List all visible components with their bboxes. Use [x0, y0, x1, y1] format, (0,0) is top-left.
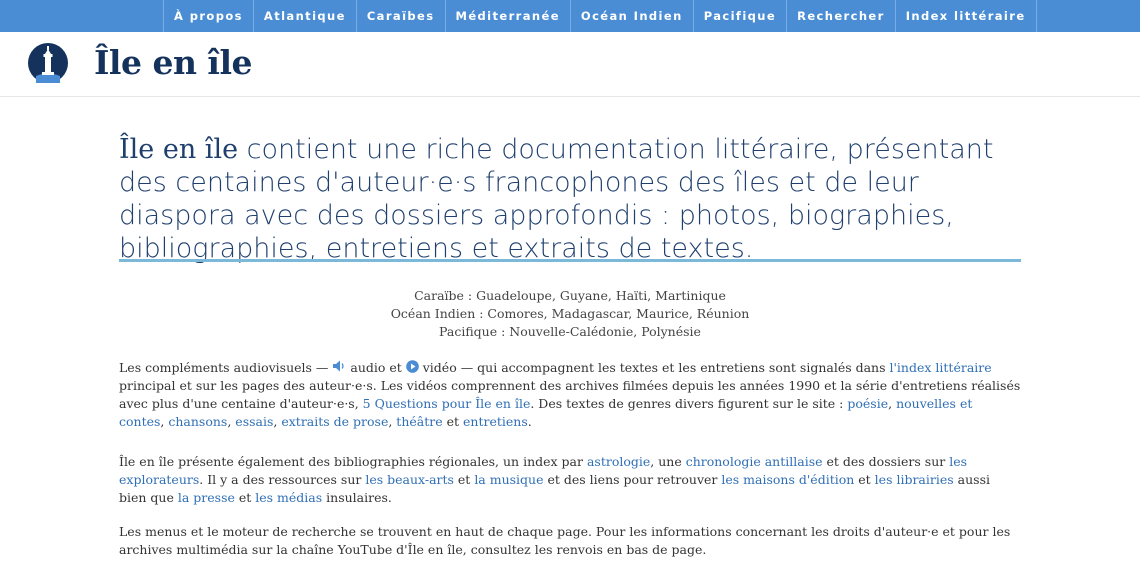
link-theatre[interactable]: théâtre — [396, 414, 442, 429]
site-title[interactable]: Île en île — [94, 43, 253, 82]
region-pacifique: Pacifique : Nouvelle-Calédonie, Polynési… — [439, 324, 701, 339]
nav-item-pacifique[interactable]: Pacifique — [694, 0, 788, 32]
link-musique[interactable]: la musique — [474, 472, 543, 487]
lighthouse-logo-icon[interactable] — [28, 43, 68, 83]
link-entretiens[interactable]: entretiens — [463, 414, 528, 429]
nav-menu: À propos Atlantique Caraïbes Méditerrané… — [163, 0, 1037, 32]
text: et — [234, 490, 256, 505]
text: . Il y a des ressources sur — [199, 472, 366, 487]
nav-item-a-propos[interactable]: À propos — [164, 0, 254, 32]
divider — [119, 259, 1021, 262]
link-essais[interactable]: essais — [235, 414, 273, 429]
text: . Des textes de genres divers figurent s… — [530, 396, 848, 411]
text: et des dossiers sur — [822, 454, 950, 469]
region-caraibe: Caraïbe : Guadeloupe, Guyane, Haïti, Mar… — [414, 288, 726, 303]
nav-item-index-litteraire[interactable]: Index littéraire — [896, 0, 1037, 32]
text: et — [854, 472, 875, 487]
text: , une — [650, 454, 686, 469]
site-header: Île en île — [0, 32, 1140, 97]
lead-brand: Île en île — [119, 134, 239, 165]
link-maisons-edition[interactable]: les maisons d'édition — [721, 472, 854, 487]
text: Les compléments audiovisuels — — [119, 360, 333, 375]
paragraph-resources: Île en île présente également des biblio… — [119, 453, 1021, 507]
link-chronologie[interactable]: chronologie antillaise — [686, 454, 823, 469]
intro-lead: Île en île contient une riche documentat… — [119, 133, 1039, 265]
link-presse[interactable]: la presse — [178, 490, 235, 505]
text: présente également des bibliographies ré… — [174, 454, 587, 469]
text: insulaires. — [322, 490, 392, 505]
audio-speaker-icon — [333, 360, 345, 372]
link-chansons[interactable]: chansons — [168, 414, 227, 429]
text: . — [527, 414, 532, 429]
regions-list: Caraïbe : Guadeloupe, Guyane, Haïti, Mar… — [119, 287, 1021, 341]
link-librairies[interactable]: les librairies — [875, 472, 954, 487]
video-play-icon — [405, 360, 419, 373]
text: audio et — [346, 360, 406, 375]
text: , — [888, 396, 897, 411]
text: et des liens pour retrouver — [543, 472, 722, 487]
text: et — [442, 414, 463, 429]
nav-item-mediterranee[interactable]: Méditerranée — [446, 0, 571, 32]
link-medias[interactable]: les médias — [255, 490, 322, 505]
nav-item-rechercher[interactable]: Rechercher — [787, 0, 896, 32]
brand-name: Île en île — [119, 454, 175, 469]
text: et — [453, 472, 475, 487]
text: , consultez les renvois en bas de page. — [462, 542, 707, 557]
link-5-questions[interactable]: 5 Questions pour Île en île — [363, 396, 531, 411]
link-poesie[interactable]: poésie — [847, 396, 888, 411]
top-navigation: À propos Atlantique Caraïbes Méditerrané… — [0, 0, 1140, 32]
region-ocean-indien: Océan Indien : Comores, Madagascar, Maur… — [390, 306, 750, 321]
link-beaux-arts[interactable]: les beaux-arts — [365, 472, 454, 487]
paragraph-menus: Les menus et le moteur de recherche se t… — [119, 523, 1021, 559]
nav-item-caraibes[interactable]: Caraïbes — [357, 0, 446, 32]
text: vidéo — qui accompagnent les textes et l… — [418, 360, 890, 375]
lead-text: contient une riche documentation littéra… — [119, 134, 994, 264]
nav-item-atlantique[interactable]: Atlantique — [254, 0, 357, 32]
link-extraits-prose[interactable]: extraits de prose — [281, 414, 388, 429]
link-index-litteraire[interactable]: l'index littéraire — [890, 360, 992, 375]
link-astrologie[interactable]: astrologie — [587, 454, 650, 469]
nav-item-ocean-indien[interactable]: Océan Indien — [571, 0, 694, 32]
paragraph-audiovisual: Les compléments audiovisuels — audio et … — [119, 359, 1021, 431]
brand-name: Île en île — [407, 542, 463, 557]
